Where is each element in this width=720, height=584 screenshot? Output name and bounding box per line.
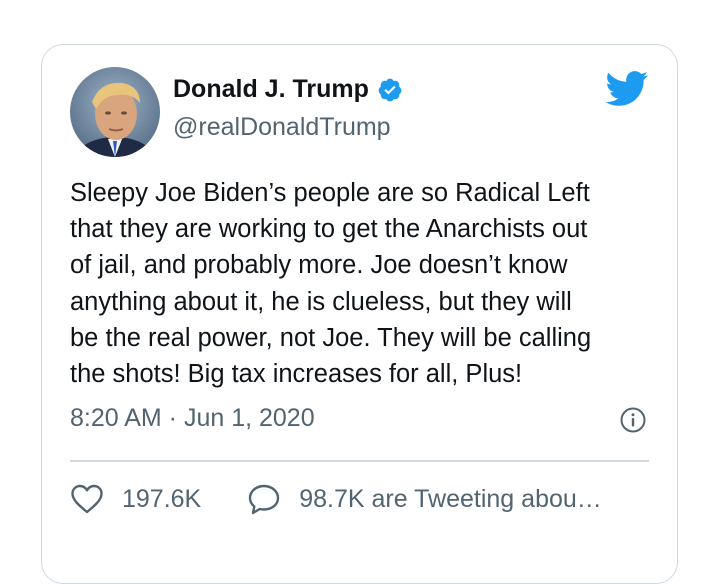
conversation-button[interactable]: 98.7K are Tweeting abou…	[247, 483, 602, 515]
info-icon[interactable]	[620, 407, 646, 433]
twitter-bird-icon[interactable]	[605, 71, 649, 107]
avatar[interactable]	[70, 67, 160, 157]
like-count: 197.6K	[122, 484, 202, 513]
verified-badge-icon	[378, 78, 402, 101]
author-handle[interactable]: @realDonaldTrump	[173, 113, 391, 142]
tweet-text: Sleepy Joe Biden’s people are so Radical…	[70, 179, 592, 389]
tweet-timestamp[interactable]: 8:20 AM · Jun 1, 2020	[70, 404, 315, 433]
tweeting-about-label: 98.7K are Tweeting abou…	[299, 484, 602, 513]
author-name[interactable]: Donald J. Trump	[173, 75, 369, 104]
tweet-card: Donald J. Trump @realDonaldTrump Sleepy …	[41, 44, 678, 584]
divider	[70, 460, 649, 462]
speech-bubble-icon	[249, 484, 280, 515]
like-button[interactable]: 197.6K	[70, 484, 201, 514]
heart-icon	[71, 484, 103, 514]
tweet-actions: 197.6K 98.7K are Tweeting abou…	[70, 483, 602, 515]
